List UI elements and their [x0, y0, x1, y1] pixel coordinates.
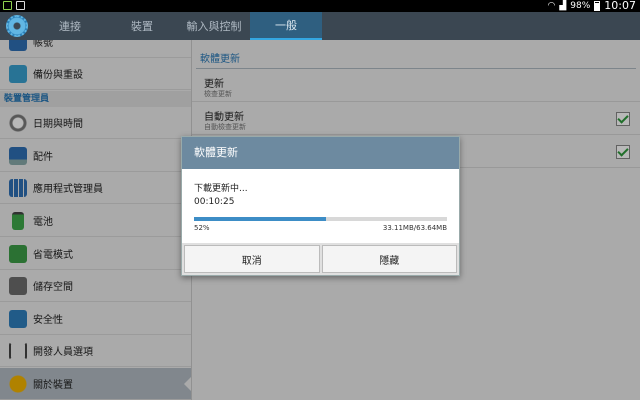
- tab-device[interactable]: 裝置: [106, 12, 178, 40]
- dialog-title: 軟體更新: [182, 137, 459, 169]
- tab-controls[interactable]: 輸入與控制: [178, 12, 250, 40]
- cancel-button[interactable]: 取消: [184, 245, 320, 273]
- battery-icon: [594, 1, 601, 11]
- settings-tab-bar: 連接 裝置 輸入與控制 一般: [0, 12, 640, 40]
- hide-button[interactable]: 隱藏: [321, 245, 457, 273]
- progress-percent: 52%: [194, 224, 210, 232]
- clock: 10:07: [604, 0, 636, 12]
- dialog-body: 下載更新中... 00:10:25 52% 33.11MB/63.64MB: [182, 169, 459, 243]
- document-notification-icon: [16, 1, 25, 10]
- status-indicators: ◠ ▟ 98% 10:07: [548, 0, 637, 12]
- notification-icons: [3, 1, 25, 10]
- download-message: 下載更新中...: [194, 184, 248, 194]
- dialog-buttons: 取消 隱藏: [182, 243, 459, 275]
- tab-general[interactable]: 一般: [250, 12, 322, 40]
- wifi-icon: ◠: [547, 1, 556, 11]
- download-progress-bar: [194, 217, 447, 221]
- download-size: 33.11MB/63.64MB: [382, 224, 447, 232]
- settings-home-button[interactable]: [0, 12, 34, 40]
- battery-percent: 98%: [570, 1, 591, 11]
- tab-connections[interactable]: 連接: [34, 12, 106, 40]
- software-update-dialog: 軟體更新 下載更新中... 00:10:25 52% 33.11MB/63.64…: [181, 136, 460, 276]
- gear-icon: [6, 15, 28, 37]
- elapsed-time: 00:10:25: [194, 197, 235, 207]
- signal-icon: ▟: [559, 1, 567, 11]
- status-bar: ◠ ▟ 98% 10:07: [0, 0, 640, 12]
- progress-fill: [194, 217, 326, 221]
- download-notification-icon: [3, 1, 12, 10]
